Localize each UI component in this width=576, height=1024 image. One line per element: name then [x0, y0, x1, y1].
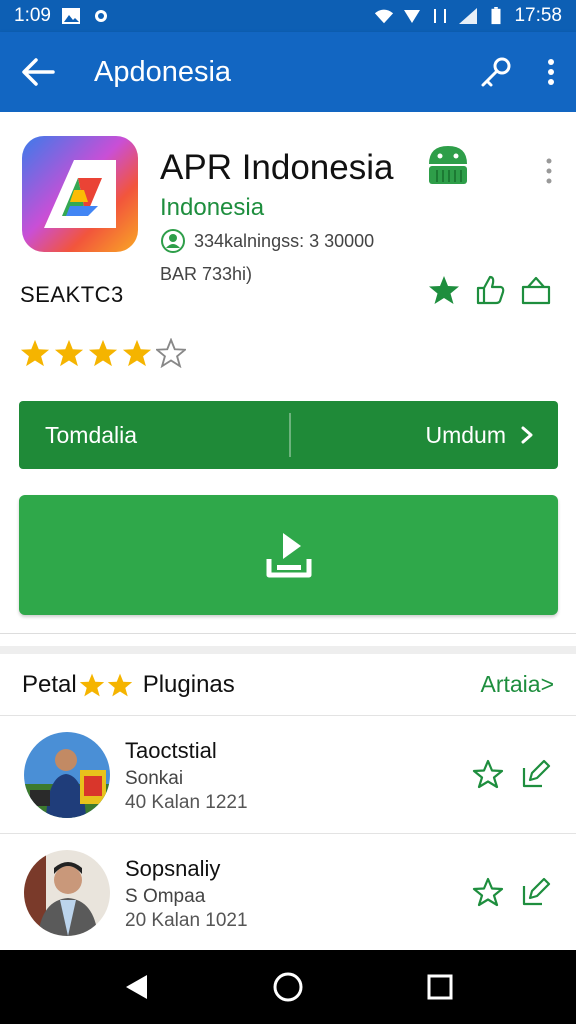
section-title-prefix: Petal [22, 670, 77, 698]
star-filled-icon [54, 339, 84, 367]
app-bar: Apdonesia [0, 32, 576, 112]
edit-icon[interactable] [520, 876, 552, 908]
avatar [24, 732, 110, 818]
header-actions [428, 274, 552, 306]
list-item-title: Taoctstial [125, 738, 217, 763]
thumbs-up-icon[interactable] [474, 274, 506, 306]
list-item-subtitle: S Ompaa [125, 886, 206, 907]
back-button[interactable] [0, 32, 76, 112]
status-bar: 1:09 17:58 [0, 0, 576, 32]
install-download-icon [266, 533, 311, 578]
overflow-menu-button[interactable] [526, 32, 576, 112]
page-title: Apdonesia [94, 55, 232, 88]
chevron-right-icon [521, 426, 533, 444]
nav-back-button[interactable] [106, 957, 166, 1017]
section-header: Petal Pluginas Artaia> [0, 646, 576, 716]
app-logo [22, 136, 138, 252]
status-time: 1:09 [14, 5, 51, 26]
star-filled-icon [122, 339, 152, 367]
star-icon [79, 673, 104, 696]
nav-home-button[interactable] [258, 957, 318, 1017]
edit-icon[interactable] [520, 758, 552, 790]
shopping-bag-icon[interactable] [520, 274, 552, 306]
star-outline-icon[interactable] [472, 758, 504, 790]
camera-notification-icon [94, 10, 107, 22]
list-item-texts: Taoctstial Sonkai 40 Kalan 1221 [125, 738, 248, 814]
list-item-meta: 20 Kalan 1021 [125, 910, 248, 931]
list-item-actions [472, 876, 552, 908]
split-right-button[interactable]: Umdum [291, 401, 559, 469]
app-header-card: APR Indonesia Indonesia 334kalningss: 3 … [0, 112, 576, 634]
downloads-row: 334kalningss: 3 30000 [160, 228, 374, 254]
more-vert-icon [548, 59, 554, 85]
nav-back-icon [126, 975, 147, 999]
star-outline-icon [156, 338, 186, 368]
star-filled-icon[interactable] [428, 274, 460, 306]
split-right-label: Umdum [425, 421, 506, 448]
size-text: BAR 733hi) [160, 264, 253, 284]
star-icon [107, 673, 132, 696]
more-vert-icon[interactable] [538, 156, 560, 186]
split-action-button: Tomdalia Umdum [19, 401, 558, 469]
signal-bars-icon [459, 8, 478, 24]
signal-full-icon [404, 10, 421, 23]
key-icon [481, 57, 511, 87]
battery-icon [491, 7, 501, 25]
key-button[interactable] [466, 32, 526, 112]
list-item-actions [472, 758, 552, 790]
avatar [24, 850, 110, 936]
image-notification-icon [61, 8, 80, 24]
arrow-back-icon [22, 58, 55, 86]
install-button[interactable] [19, 495, 558, 615]
list-item-title: Sopsnaliy [125, 856, 221, 881]
section-more-link[interactable]: Artaia> [480, 671, 554, 698]
list-item-subtitle: Sonkai [125, 768, 184, 789]
star-filled-icon [88, 339, 118, 367]
app-code-label: SEAKTC3 [20, 282, 124, 307]
section-title: Petal Pluginas [22, 671, 235, 699]
list-item-texts: Sopsnaliy S Ompaa 20 Kalan 1021 [125, 856, 248, 932]
developer-link[interactable]: Indonesia [160, 194, 264, 222]
rating-stars [20, 338, 186, 368]
status-clock: 17:58 [514, 5, 562, 26]
downloads-badge-icon [161, 229, 185, 253]
split-left-button[interactable]: Tomdalia [19, 401, 289, 469]
downloads-text: 334kalningss: 3 30000 [194, 230, 375, 251]
nav-recents-button[interactable] [410, 957, 470, 1017]
system-nav-bar [0, 950, 576, 1024]
nav-recents-icon [427, 974, 453, 1000]
list-item-meta: 40 Kalan 1221 [125, 792, 248, 813]
nav-home-icon [273, 972, 303, 1002]
section-title-suffix: Pluginas [142, 670, 235, 698]
star-filled-icon [20, 339, 50, 367]
data-icon [434, 9, 447, 23]
star-outline-icon[interactable] [472, 876, 504, 908]
app-name: APR Indonesia [160, 148, 394, 187]
list-item[interactable]: Sopsnaliy S Ompaa 20 Kalan 1021 [0, 834, 576, 952]
list-item[interactable]: Taoctstial Sonkai 40 Kalan 1221 [0, 716, 576, 834]
android-icon [429, 146, 467, 184]
wifi-icon [375, 9, 394, 24]
